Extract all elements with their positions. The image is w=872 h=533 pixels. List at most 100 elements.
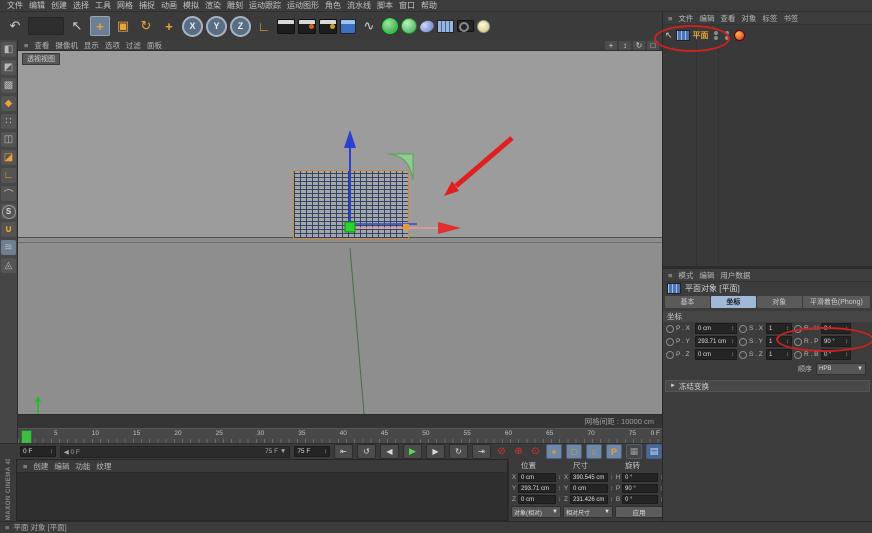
undo-icon[interactable]: ↶ [5,16,25,36]
keyframe-ring-icon[interactable] [794,350,802,359]
tweak-mode-icon[interactable]: ⌒ [1,186,16,201]
spinner-icon[interactable]: ↕ [50,449,53,455]
menu-sculpt[interactable]: 雕刻 [224,0,246,12]
timeline-window-icon[interactable]: ▤ [646,444,662,459]
keyframe-selection-button[interactable]: ⊙ [529,445,542,458]
z-axis-lock-button[interactable]: Z [230,15,251,37]
om-menu-view[interactable]: 查看 [717,13,738,24]
playhead[interactable] [21,430,32,444]
timeline-ruler[interactable]: 5 10 15 20 25 30 35 40 45 50 55 60 65 70… [18,428,662,444]
spinner-icon[interactable]: ↕ [558,486,561,492]
goto-end-button[interactable]: ⇥ [472,444,491,459]
view-label[interactable]: 透视视图 [22,53,60,65]
am-hamburger-icon[interactable]: ≡ [665,271,675,280]
record-keyframe-button[interactable]: ⊘ [495,445,508,458]
x-axis-lock-button[interactable]: X [182,15,203,37]
menu-mograph[interactable]: 运动图形 [284,0,322,12]
preview-range-slider[interactable]: ◀ 0 F 75 F ▼ [59,445,291,458]
pan-view-icon[interactable]: + [605,40,617,50]
workplane-mode-icon[interactable]: ◆ [1,96,16,111]
menu-render[interactable]: 渲染 [202,0,224,12]
om-menu-edit[interactable]: 编辑 [696,13,717,24]
keyframe-ring-icon[interactable] [666,337,674,346]
mat-menu-edit[interactable]: 编辑 [51,461,72,472]
mat-menu-texture[interactable]: 纹理 [93,461,114,472]
tab-object[interactable]: 对象 [756,296,802,308]
am-menu-userdata[interactable]: 用户数据 [717,270,753,281]
size-mode-dropdown[interactable]: 相对尺寸 ▼ [563,506,613,518]
prev-frame-button[interactable]: ◀ [380,444,399,459]
coordinate-system-icon[interactable]: ∟ [254,16,274,36]
snap-settings-icon[interactable]: S [1,204,16,219]
add-cube-object-icon[interactable] [340,18,356,34]
record-position-toggle[interactable]: + [546,444,562,459]
am-menu-mode[interactable]: 模式 [675,270,696,281]
menu-create[interactable]: 创建 [48,0,70,12]
om-menu-bookmarks[interactable]: 书签 [780,13,801,24]
om-menu-tags[interactable]: 标签 [759,13,780,24]
viewport[interactable]: ≡ 查看 摄像机 显示 选项 过滤 面板 + ↕ ↻ □ 透视视图 [18,40,662,414]
axis-mode-icon[interactable]: ∟ [1,168,16,183]
magnet-snap-icon[interactable]: ∪ [1,222,16,237]
order-dropdown[interactable]: HPB ▼ [816,363,866,375]
menu-help[interactable]: 帮助 [418,0,440,12]
camera-object-icon[interactable] [457,20,474,32]
points-mode-icon[interactable]: ∷ [1,114,16,129]
last-tool-icon[interactable]: + [159,16,179,36]
vp-menu-options[interactable]: 选项 [102,40,123,51]
om-menu-objects[interactable]: 对象 [738,13,759,24]
scale-tool-icon[interactable]: ▣ [113,16,133,36]
tab-phong[interactable]: 平滑着色(Phong) [802,296,870,308]
y-axis-lock-button[interactable]: Y [206,15,227,37]
move-tool-icon[interactable]: + [90,16,110,36]
vp-menu-filter[interactable]: 过滤 [123,40,144,51]
subdivision-surface-icon[interactable] [382,18,398,34]
pos-x-field[interactable]: 0 cm [518,473,556,482]
record-parameter-toggle[interactable]: P [606,444,622,459]
vp-menu-display[interactable]: 显示 [81,40,102,51]
size-y-field[interactable]: 0 cm [570,484,608,493]
orbit-view-icon[interactable]: ↻ [633,40,645,50]
rot-p-field[interactable]: 90 ° [622,484,658,493]
phong-tag-icon[interactable] [733,30,745,41]
record-rotation-toggle[interactable]: ○ [586,444,602,459]
viewport-hamburger-icon[interactable]: ≡ [21,41,31,50]
rot-h-field[interactable]: 0 ° [622,473,658,482]
keyframe-ring-icon[interactable] [739,324,747,333]
object-manager[interactable]: ↖ 平面 [663,25,872,266]
edges-mode-icon[interactable]: ◫ [1,132,16,147]
render-settings-icon[interactable] [319,18,337,34]
vp-menu-cameras[interactable]: 摄像机 [52,40,81,51]
menu-tools[interactable]: 工具 [92,0,114,12]
size-x-field[interactable]: 390.545 cm [570,473,608,482]
keyframe-ring-icon[interactable] [666,324,674,333]
zoom-view-icon[interactable]: ↕ [619,40,631,50]
size-z-field[interactable]: 231.426 cm [570,495,608,504]
menu-script[interactable]: 脚本 [374,0,396,12]
z-axis-arrowhead[interactable] [344,130,356,148]
menu-edit[interactable]: 编辑 [26,0,48,12]
menu-motion-tracker[interactable]: 运动跟踪 [246,0,284,12]
light-object-icon[interactable] [477,19,490,33]
spinner-icon[interactable]: ↕ [558,475,561,481]
pos-y-field[interactable]: 293.71 cm [518,484,556,493]
menu-simulate[interactable]: 模拟 [180,0,202,12]
record-scale-toggle[interactable]: □ [566,444,582,459]
mat-hamburger-icon[interactable]: ≡ [20,462,30,471]
py-field[interactable]: 293.71 cm ↕ [695,336,737,347]
polygons-mode-icon[interactable]: ◪ [1,150,16,165]
current-frame-field[interactable]: 0 F ↕ [20,446,56,457]
keyframe-ring-icon[interactable] [666,350,674,359]
spinner-icon[interactable]: ↕ [610,475,613,481]
menu-snap[interactable]: 捕捉 [136,0,158,12]
om-menu-file[interactable]: 文件 [675,13,696,24]
apply-button[interactable]: 应用 [615,506,663,518]
next-frame-button[interactable]: ▶ [426,444,445,459]
am-menu-edit[interactable]: 编辑 [696,270,717,281]
play-reverse-button[interactable]: ↺ [357,444,376,459]
keyframe-ring-icon[interactable] [739,350,747,359]
menu-animate[interactable]: 动画 [158,0,180,12]
goto-start-button[interactable]: ⇤ [334,444,353,459]
play-button[interactable]: ▶ [403,444,422,459]
live-selection-icon[interactable]: ↖ [67,16,87,36]
